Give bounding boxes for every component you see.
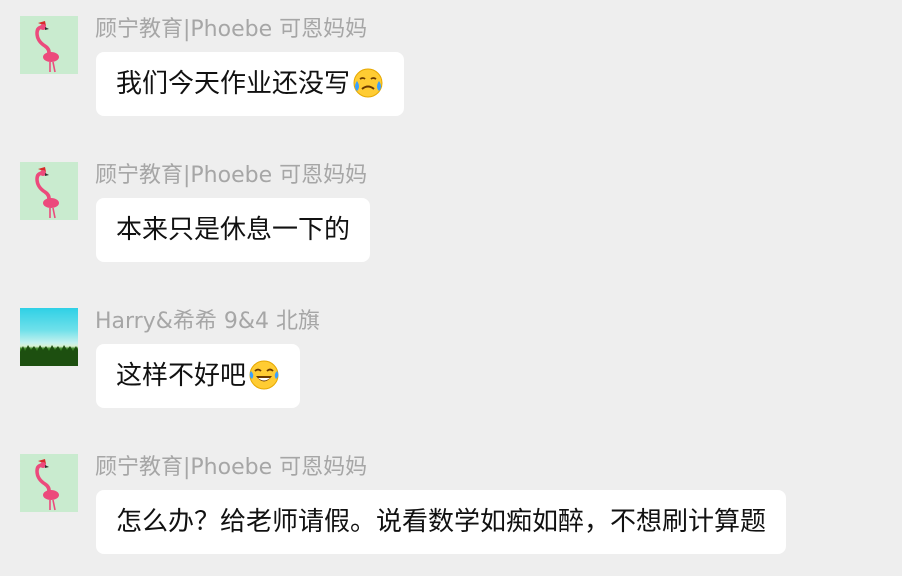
message-bubble[interactable]: 我们今天作业还没写 — [96, 52, 405, 116]
avatar[interactable] — [20, 16, 78, 74]
message-text: 怎么办？给老师请假。说看数学如痴如醉，不想刷计算题 — [116, 507, 767, 537]
sender-name: 顾宁教育|Phoebe 可恩妈妈 — [95, 455, 368, 480]
sender-name: Harry&希希 9&4 北旗 — [95, 309, 321, 334]
chat-thread: 顾宁教育|Phoebe 可恩妈妈 我们今天作业还没写 顾宁教育|Phoebe 可… — [0, 0, 902, 576]
flamingo-icon — [35, 459, 59, 511]
flamingo-icon — [35, 167, 59, 219]
landscape-icon — [20, 345, 78, 366]
message-text: 我们今天作业还没写 — [116, 69, 351, 99]
message-bubble[interactable]: 怎么办？给老师请假。说看数学如痴如醉，不想刷计算题 — [96, 490, 787, 554]
sender-name: 顾宁教育|Phoebe 可恩妈妈 — [95, 17, 368, 42]
flamingo-icon — [35, 21, 59, 73]
message-bubble[interactable]: 本来只是休息一下的 — [96, 198, 371, 262]
avatar[interactable] — [20, 308, 78, 366]
sender-name: 顾宁教育|Phoebe 可恩妈妈 — [95, 163, 368, 188]
laughing-tears-face-icon — [249, 360, 279, 389]
message-text: 本来只是休息一下的 — [116, 215, 351, 245]
sad-crying-face-icon — [353, 68, 383, 97]
message-text: 这样不好吧 — [116, 361, 247, 391]
avatar[interactable] — [20, 454, 78, 512]
message-bubble[interactable]: 这样不好吧 — [96, 344, 301, 408]
avatar[interactable] — [20, 162, 78, 220]
